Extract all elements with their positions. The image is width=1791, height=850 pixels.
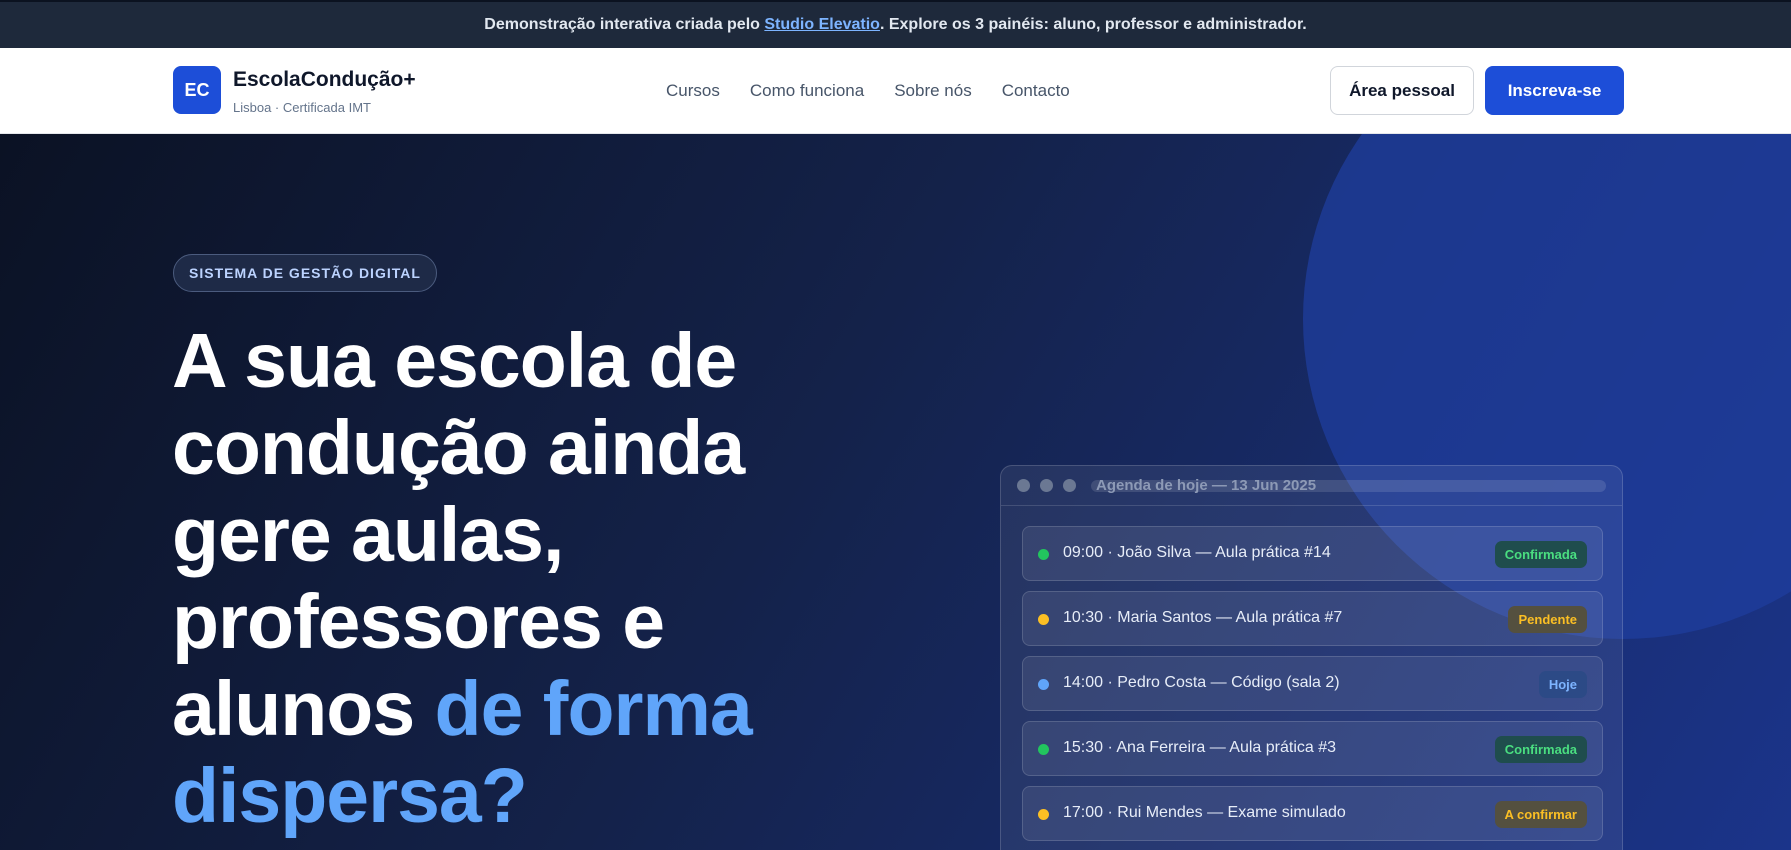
agenda-title: Agenda de hoje — 13 Jun 2025 [1096, 477, 1317, 494]
main-navigation: EC EscolaCondução+ Lisboa · Certificada … [0, 48, 1791, 134]
status-dot-icon [1038, 679, 1049, 690]
studio-elevatio-link[interactable]: Studio Elevatio [764, 16, 880, 34]
hero-tag-pill: SISTEMA DE GESTÃO DIGITAL [173, 254, 437, 292]
window-dot-icon [1017, 479, 1030, 492]
agenda-row-text: 15:30 · Ana Ferreira — Aula prática #3 [1063, 739, 1337, 756]
personal-area-button[interactable]: Área pessoal [1330, 66, 1474, 115]
nav-link-cursos[interactable]: Cursos [666, 81, 720, 101]
hero-section: SISTEMA DE GESTÃO DIGITAL A sua escola d… [0, 134, 1791, 850]
agenda-row[interactable]: 17:00 · Rui Mendes — Exame simulado A co… [1022, 786, 1603, 841]
agenda-row-text: 14:00 · Pedro Costa — Código (sala 2) [1063, 674, 1340, 691]
agenda-row[interactable]: 15:30 · Ana Ferreira — Aula prática #3 C… [1022, 721, 1603, 776]
agenda-row[interactable]: 14:00 · Pedro Costa — Código (sala 2) Ho… [1022, 656, 1603, 711]
agenda-panel: Agenda de hoje — 13 Jun 2025 09:00 · Joã… [1000, 465, 1623, 850]
window-dot-icon [1063, 479, 1076, 492]
status-dot-icon [1038, 549, 1049, 560]
status-dot-icon [1038, 809, 1049, 820]
status-badge: Pendente [1508, 606, 1587, 633]
agenda-row[interactable]: 09:00 · João Silva — Aula prática #14 Co… [1022, 526, 1603, 581]
demo-banner-suffix: . Explore os 3 painéis: aluno, professor… [879, 16, 1307, 33]
status-badge: A confirmar [1494, 801, 1587, 828]
status-dot-icon [1038, 744, 1049, 755]
nav-link-contacto[interactable]: Contacto [1002, 81, 1070, 101]
demo-banner-prefix: Demonstração interativa criada pelo [484, 16, 760, 33]
status-badge: Confirmada [1494, 541, 1587, 568]
demo-banner: Demonstração interativa criada pelo Stud… [0, 0, 1791, 48]
agenda-panel-header: Agenda de hoje — 13 Jun 2025 [1001, 466, 1622, 506]
signup-button[interactable]: Inscreva-se [1485, 66, 1624, 115]
nav-links: Cursos Como funciona Sobre nós Contacto [666, 48, 1070, 134]
nav-link-como-funciona[interactable]: Como funciona [750, 81, 864, 101]
agenda-row-text: 17:00 · Rui Mendes — Exame simulado [1063, 804, 1346, 821]
agenda-row[interactable]: 10:30 · Maria Santos — Aula prática #7 P… [1022, 591, 1603, 646]
status-badge: Confirmada [1494, 736, 1587, 763]
agenda-row-text: 10:30 · Maria Santos — Aula prática #7 [1063, 609, 1343, 626]
status-badge: Hoje [1538, 671, 1587, 698]
status-dot-icon [1038, 614, 1049, 625]
logo-badge[interactable]: EC [173, 66, 221, 114]
nav-link-sobre-nos[interactable]: Sobre nós [894, 81, 972, 101]
agenda-row-text: 09:00 · João Silva — Aula prática #14 [1063, 544, 1331, 561]
brand-subtitle: Lisboa · Certificada IMT [233, 100, 371, 115]
hero-headline: A sua escola de condução ainda gere aula… [172, 318, 872, 840]
window-dot-icon [1040, 479, 1053, 492]
brand-name[interactable]: EscolaCondução+ [233, 68, 416, 92]
